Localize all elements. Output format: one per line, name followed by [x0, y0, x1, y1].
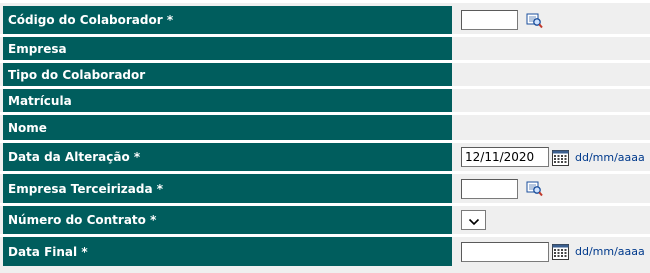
date-format-hint: dd/mm/aaaa: [575, 245, 645, 258]
row-empresa-terceirizada: Empresa Terceirizada *: [0, 174, 650, 203]
codigo-colaborador-input[interactable]: [461, 10, 518, 30]
field-label: Nome: [3, 115, 452, 140]
empresa-terceirizada-input[interactable]: [461, 178, 518, 199]
row-empresa: Empresa: [0, 37, 650, 60]
calendar-icon[interactable]: [552, 149, 569, 166]
empresa-value: [455, 37, 650, 60]
lookup-icon[interactable]: [526, 180, 543, 197]
value-cell: [455, 6, 650, 34]
data-alteracao-input[interactable]: [461, 147, 549, 167]
field-label: Código do Colaborador *: [3, 6, 452, 34]
lookup-icon[interactable]: [526, 12, 543, 29]
nome-value: [455, 115, 650, 140]
matricula-value: [455, 89, 650, 112]
data-final-input[interactable]: [461, 241, 549, 262]
row-tipo-colaborador: Tipo do Colaborador: [0, 63, 650, 86]
field-label: Matrícula: [3, 89, 452, 112]
row-numero-contrato: Número do Contrato *: [0, 206, 650, 234]
value-cell: [455, 206, 650, 234]
value-cell: [455, 174, 650, 203]
numero-contrato-select[interactable]: [461, 210, 486, 230]
value-cell: dd/mm/aaaa: [455, 143, 650, 171]
field-label: Data da Alteração *: [3, 143, 452, 171]
row-codigo-colaborador: Código do Colaborador *: [0, 6, 650, 34]
date-format-hint: dd/mm/aaaa: [575, 150, 645, 164]
row-matricula: Matrícula: [0, 89, 650, 112]
field-label: Empresa Terceirizada *: [3, 174, 452, 203]
chevron-down-icon: [468, 211, 480, 230]
row-nome: Nome: [0, 115, 650, 140]
field-label: Empresa: [3, 37, 452, 60]
row-data-final: Data Final * dd/mm/aaaa: [0, 237, 650, 266]
collaborator-form: Código do Colaborador * Empresa Tipo do …: [0, 0, 650, 273]
value-cell: dd/mm/aaaa: [455, 237, 650, 266]
tipo-colaborador-value: [455, 63, 650, 86]
calendar-icon[interactable]: [552, 243, 569, 260]
row-data-alteracao: Data da Alteração * dd/mm/aaaa: [0, 143, 650, 171]
field-label: Número do Contrato *: [3, 206, 452, 234]
field-label: Tipo do Colaborador: [3, 63, 452, 86]
field-label: Data Final *: [3, 237, 452, 266]
